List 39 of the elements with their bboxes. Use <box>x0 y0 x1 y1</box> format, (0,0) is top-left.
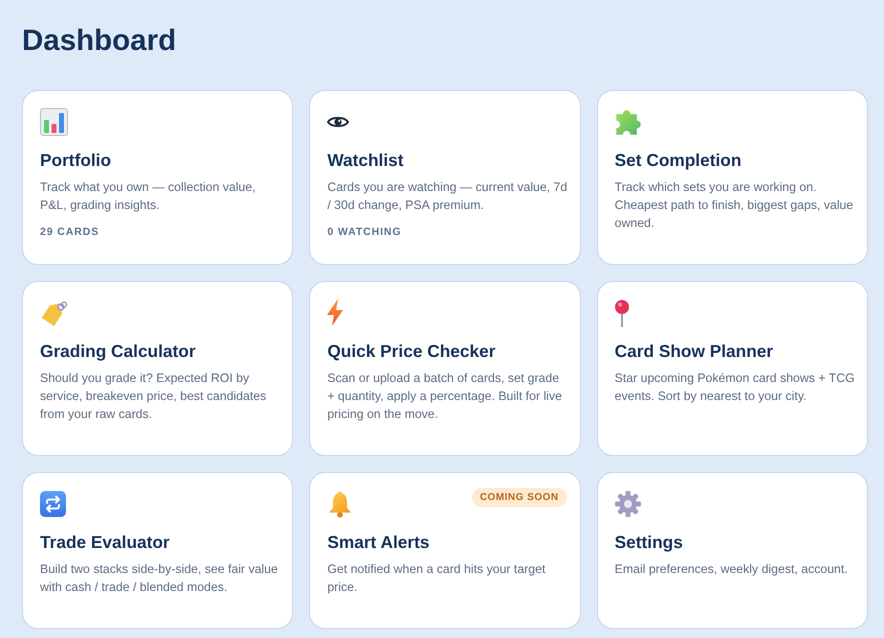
dashboard-card[interactable]: Set Completion Track which sets you are working on. Cheapest path to finish, biggest gaps, value owned. <box>596 90 868 265</box>
card-title: Quick Price Checker <box>327 340 496 363</box>
lightning-icon <box>327 300 344 326</box>
card-description: Scan or upload a batch of cards, set grade + quantity, apply a percentage. Built for live pricing on the move. <box>327 370 563 423</box>
card-description: Track what you own — collection value, P&L, grading insights. <box>40 179 257 214</box>
card-description: Build two stacks side-by-side, see fair value with cash / trade / blended modes. <box>40 561 279 596</box>
dashboard-card[interactable]: Watchlist Cards you are watching — current value, 7d / 30d change, PSA premium. 0 WATCHING <box>309 90 581 265</box>
page-title: Dashboard <box>22 24 176 58</box>
card-description: Track which sets you are working on. Cheapest path to finish, biggest gaps, value owned. <box>614 179 854 232</box>
card-title: Watchlist <box>327 149 404 172</box>
card-title: Set Completion <box>614 149 742 172</box>
repeat-arrows-icon <box>40 491 66 517</box>
card-description: Star upcoming Pokémon card shows + TCG events. Sort by nearest to your city. <box>614 370 855 405</box>
dashboard-card[interactable]: Card Show Planner Star upcoming Pokémon card shows + TCG events. Sort by nearest to your city. <box>596 281 868 456</box>
pushpin-icon <box>614 300 629 326</box>
coming-soon-badge: COMING SOON <box>472 488 567 507</box>
card-title: Smart Alerts <box>327 531 430 554</box>
dashboard-card[interactable]: Quick Price Checker Scan or upload a batch of cards, set grade + quantity, apply a percentage. Built for live pricing on the move. <box>309 281 581 456</box>
dashboard-card[interactable]: Settings Email preferences, weekly digest, account. <box>596 472 868 629</box>
card-title: Settings <box>614 531 684 554</box>
card-description: Cards you are watching — current value, 7d / 30d change, PSA premium. <box>327 179 568 214</box>
dashboard-card[interactable]: COMING SOON Smart Alerts Get notified when a card hits your target price. <box>309 472 581 629</box>
card-description: Should you grade it? Expected ROI by service, breakeven price, best candidates from your raw cards. <box>40 370 268 423</box>
card-description: Email preferences, weekly digest, account. <box>614 561 849 578</box>
bar-chart-icon <box>40 108 68 136</box>
tag-icon <box>40 300 68 326</box>
bell-icon <box>327 490 354 518</box>
card-title: Grading Calculator <box>40 340 197 363</box>
card-title: Trade Evaluator <box>40 531 171 554</box>
card-count: 0 WATCHING <box>327 225 402 240</box>
card-count: 29 CARDS <box>40 225 100 240</box>
puzzle-piece-icon <box>614 108 642 136</box>
eye-icon <box>327 115 350 129</box>
dashboard-card[interactable]: Portfolio Track what you own — collection value, P&L, grading insights. 29 CARDS <box>22 90 294 265</box>
dashboard-card[interactable]: Grading Calculator Should you grade it? Expected ROI by service, breakeven price, best candidates from your raw cards. <box>22 281 294 456</box>
dashboard-card[interactable]: Trade Evaluator Build two stacks side-by-side, see fair value with cash / trade / blended modes. <box>22 472 294 629</box>
card-title: Portfolio <box>40 149 112 172</box>
card-description: Get notified when a card hits your target price. <box>327 561 546 596</box>
card-title: Card Show Planner <box>614 340 774 363</box>
